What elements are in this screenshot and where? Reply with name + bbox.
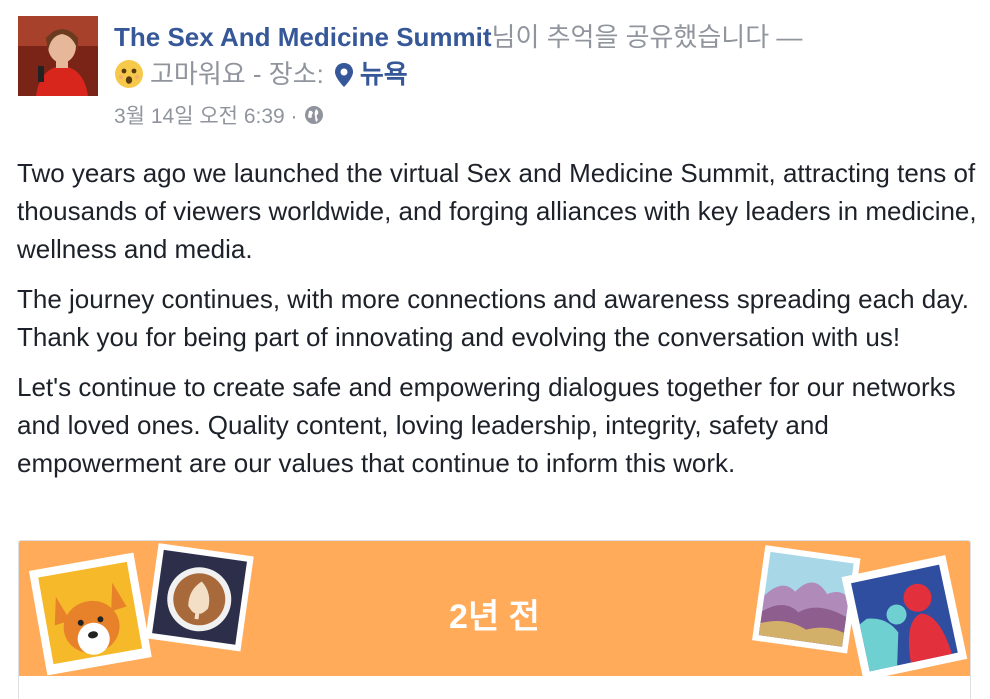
memory-title: 2년 전 <box>449 598 540 636</box>
location-prefix: - 장소: <box>252 59 324 89</box>
post-paragraph-2: The journey continues, with more connect… <box>17 284 969 352</box>
header-line: The Sex And Medicine Summit님이 추억을 공유했습니다… <box>114 18 954 56</box>
avatar-photo <box>18 16 98 96</box>
location-link[interactable]: 뉴욕 <box>360 56 408 92</box>
post-paragraph-3: Let's continue to create safe and empowe… <box>17 372 956 478</box>
grateful-face-emoji-icon <box>114 59 144 89</box>
action-text: 님이 추억을 공유했습니다 — <box>491 22 803 52</box>
feeling-location-line: 고마워요 - 장소: 뉴욕 <box>114 56 954 92</box>
post-paragraph-1: Two years ago we launched the virtual Se… <box>17 158 977 264</box>
post-body: Two years ago we launched the virtual Se… <box>17 154 977 494</box>
post-timestamp[interactable]: 3월 14일 오전 6:39 · <box>114 100 298 130</box>
memory-banner: 2년 전 <box>19 541 970 681</box>
feeling-text[interactable]: 고마워요 <box>150 56 246 92</box>
map-pin-icon <box>334 61 354 87</box>
globe-icon[interactable] <box>304 105 324 125</box>
page-name-link[interactable]: The Sex And Medicine Summit <box>114 22 492 52</box>
post-header: The Sex And Medicine Summit님이 추억을 공유했습니다… <box>114 18 954 92</box>
post-meta: 3월 14일 오전 6:39 · <box>114 100 324 130</box>
memory-card[interactable]: 2년 전 <box>18 540 971 699</box>
page-avatar[interactable] <box>18 16 98 96</box>
